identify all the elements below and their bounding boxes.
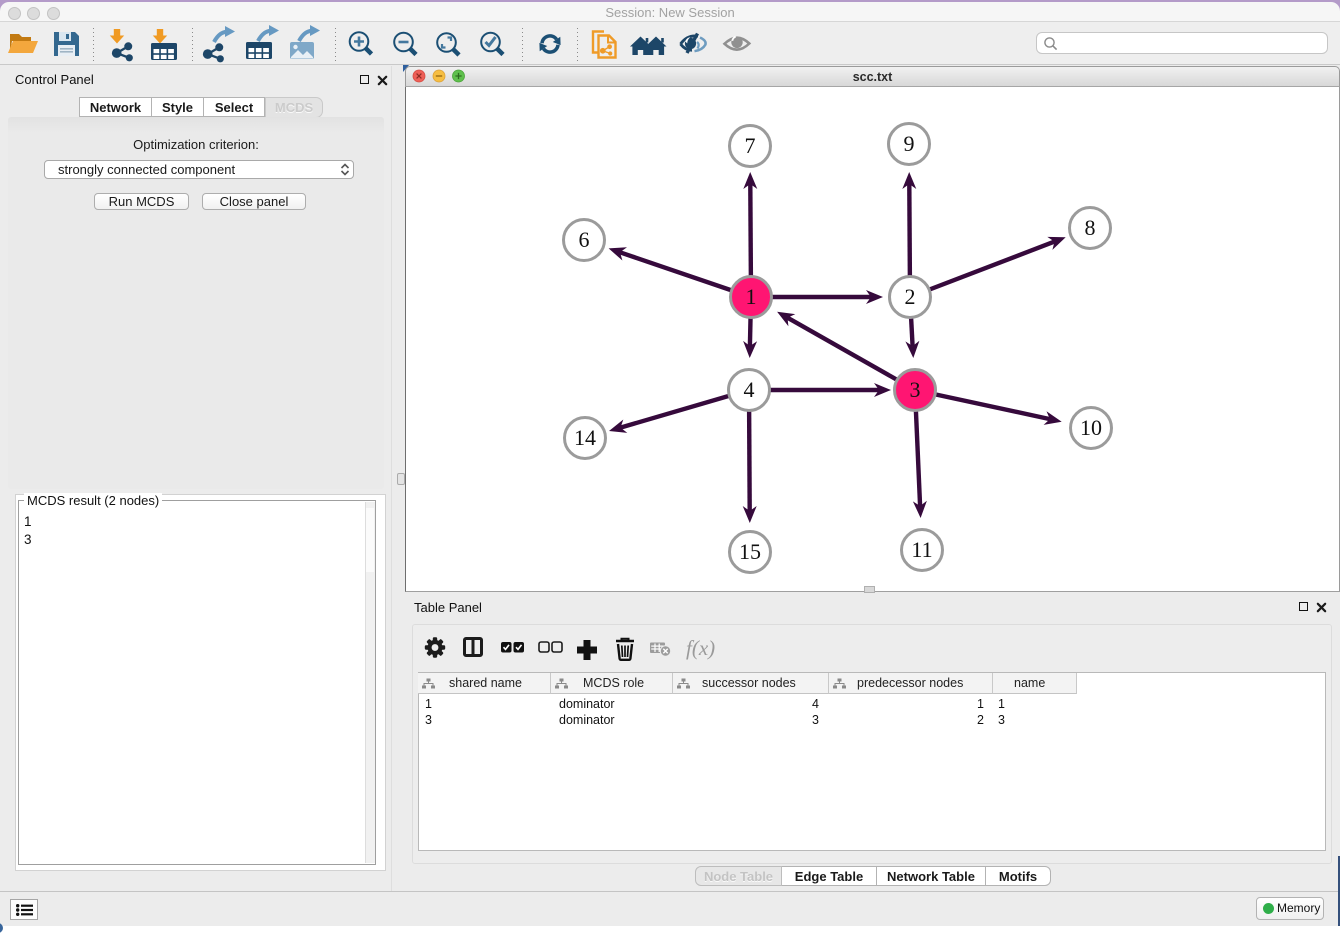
svg-text:1: 1 (746, 284, 757, 309)
svg-text:15: 15 (739, 539, 761, 564)
svg-text:9: 9 (904, 131, 915, 156)
svg-text:4: 4 (744, 377, 755, 402)
svg-text:11: 11 (911, 537, 932, 562)
svg-text:3: 3 (910, 377, 921, 402)
svg-text:6: 6 (579, 227, 590, 252)
svg-text:10: 10 (1080, 415, 1102, 440)
svg-text:2: 2 (905, 284, 916, 309)
svg-text:f(x): f(x) (686, 636, 715, 660)
svg-text:14: 14 (574, 425, 596, 450)
svg-text:7: 7 (745, 133, 756, 158)
svg-text:8: 8 (1085, 215, 1096, 240)
